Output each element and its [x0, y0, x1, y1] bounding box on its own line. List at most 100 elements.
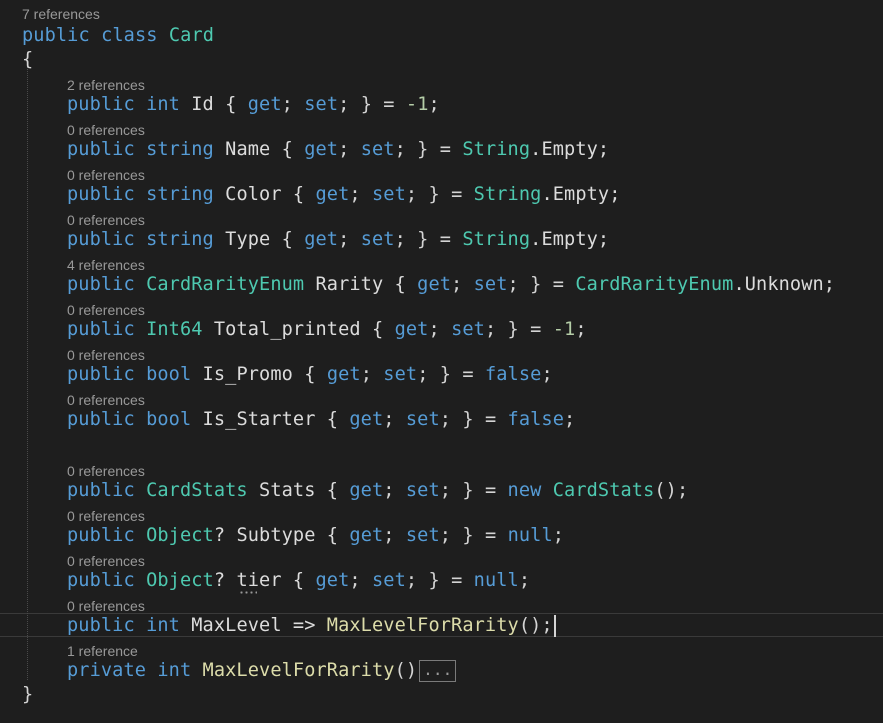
indent-guide: [27, 66, 28, 680]
code-token: ;: [541, 364, 553, 385]
code-token: get: [349, 525, 384, 546]
code-token: ();: [654, 480, 689, 501]
codelens-references[interactable]: 0 references: [67, 212, 145, 228]
code-token: false: [507, 409, 565, 430]
code-line[interactable]: public class Card: [22, 24, 214, 48]
code-line[interactable]: public Object? tier { get; set; } = null…: [67, 569, 530, 593]
code-token: }: [22, 684, 34, 705]
code-line[interactable]: public string Type { get; set; } = Strin…: [67, 228, 609, 252]
code-token: ; } =: [405, 184, 474, 205]
code-token: CardRarityEnum: [575, 274, 734, 295]
code-token: ;: [552, 525, 565, 546]
code-token: set: [372, 570, 406, 591]
code-token: class: [101, 25, 158, 46]
code-token: string: [146, 184, 214, 205]
codelens-references[interactable]: 0 references: [67, 122, 145, 138]
code-line[interactable]: public int Id { get; set; } = -1;: [67, 93, 440, 117]
code-line[interactable]: public bool Is_Starter { get; set; } = f…: [67, 408, 575, 432]
code-token: .Empty;: [541, 184, 621, 205]
code-line[interactable]: public CardRarityEnum Rarity { get; set;…: [67, 273, 835, 297]
codelens-references[interactable]: 0 references: [67, 347, 145, 363]
code-token: ? Subtype {: [213, 525, 350, 546]
code-token: ; } =: [394, 229, 463, 250]
code-line[interactable]: public bool Is_Promo { get; set; } = fal…: [67, 363, 553, 387]
code-token: get: [247, 94, 282, 115]
code-token: set: [304, 94, 339, 115]
code-token: ;: [564, 409, 576, 430]
code-token: ;: [383, 525, 406, 546]
code-token: -1: [405, 94, 429, 115]
code-line[interactable]: public string Color { get; set; } = Stri…: [67, 183, 621, 207]
code-token: ; } =: [338, 94, 406, 115]
code-token: public: [67, 364, 135, 385]
code-token: ;: [428, 94, 440, 115]
code-token: {: [22, 49, 34, 70]
code-line[interactable]: public string Name { get; set; } = Strin…: [67, 138, 609, 162]
codelens-references[interactable]: 0 references: [67, 392, 145, 408]
code-token: public: [67, 615, 135, 636]
code-token: string: [146, 139, 214, 160]
code-token: ; } =: [439, 409, 508, 430]
codelens-references[interactable]: 4 references: [67, 257, 145, 273]
code-token: Name {: [213, 139, 305, 160]
code-token: private: [67, 660, 147, 681]
codelens-references[interactable]: 0 references: [67, 463, 145, 479]
code-token: Int64: [146, 319, 203, 340]
code-line[interactable]: }: [22, 683, 33, 707]
code-token: ;: [360, 364, 384, 385]
code-token: MaxLevel =>: [179, 615, 327, 636]
code-token: ; } =: [394, 139, 463, 160]
code-token: Object: [146, 525, 214, 546]
code-token: ;: [451, 274, 474, 295]
code-editor[interactable]: 7 references public class Card{2 referenc…: [0, 0, 883, 723]
code-token: public: [67, 480, 135, 501]
code-token: MaxLevelForRarity: [202, 660, 395, 681]
code-token: int: [146, 615, 180, 636]
code-line[interactable]: public int MaxLevel => MaxLevelForRarity…: [67, 614, 553, 638]
code-token: .Unknown;: [733, 274, 836, 295]
text-cursor: [554, 615, 556, 637]
code-token: Rarity {: [304, 274, 418, 295]
codelens-references[interactable]: 2 references: [67, 77, 145, 93]
codelens-references[interactable]: 0 references: [67, 508, 145, 524]
code-line[interactable]: public CardStats Stats { get; set; } = n…: [67, 479, 688, 503]
code-line[interactable]: public Int64 Total_printed { get; set; }…: [67, 318, 587, 342]
codelens-references[interactable]: 0 references: [67, 167, 145, 183]
codelens-references[interactable]: 0 references: [67, 553, 145, 569]
collapsed-region-button[interactable]: ...: [419, 659, 457, 682]
codelens-references[interactable]: 1 reference: [67, 643, 138, 659]
code-token: CardStats: [552, 480, 655, 501]
code-token: ;: [518, 570, 531, 591]
code-token: public: [67, 184, 135, 205]
code-token: Type {: [213, 229, 305, 250]
code-token: -1: [552, 319, 576, 340]
code-token: ; } =: [507, 274, 576, 295]
code-token: Total_printed {: [202, 319, 395, 340]
code-token: get: [417, 274, 452, 295]
code-line[interactable]: private int MaxLevelForRarity()...: [67, 659, 457, 683]
code-token: public: [67, 319, 135, 340]
code-token: null: [507, 525, 553, 546]
code-line[interactable]: public Object? Subtype { get; set; } = n…: [67, 524, 564, 548]
code-token: new: [507, 480, 542, 501]
codelens-references[interactable]: 0 references: [67, 302, 145, 318]
code-token: public: [67, 229, 135, 250]
code-token: ;: [349, 570, 372, 591]
code-token: get: [304, 139, 339, 160]
code-line[interactable]: {: [22, 48, 33, 72]
codelens-references[interactable]: 0 references: [67, 598, 145, 614]
code-token: ;: [338, 229, 361, 250]
codelens-references[interactable]: 7 references: [22, 6, 100, 22]
